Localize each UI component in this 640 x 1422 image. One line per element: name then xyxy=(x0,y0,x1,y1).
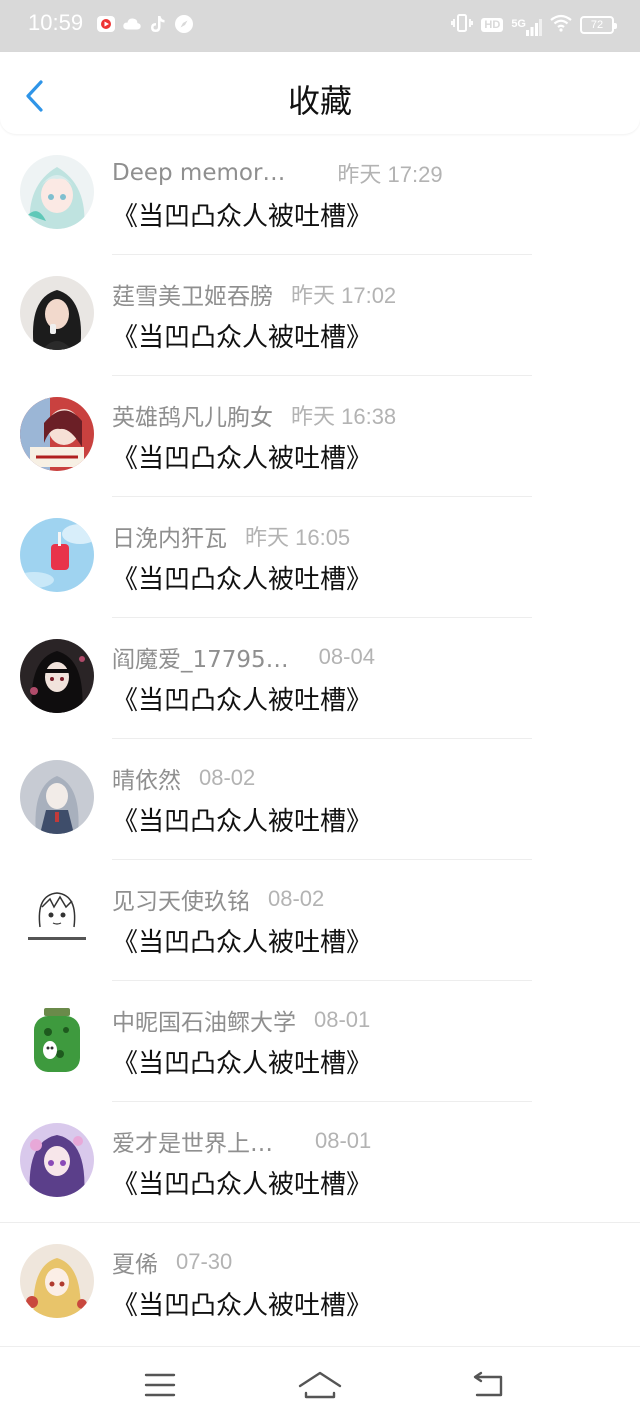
list-item[interactable]: 夏俙 07-30 《当凹凸众人被吐槽》 xyxy=(0,1223,640,1344)
system-nav-bar xyxy=(0,1346,640,1422)
timestamp: 08-02 xyxy=(268,886,325,911)
list-item[interactable]: 中昵国石油鳏大学 08-01 《当凹凸众人被吐槽》 xyxy=(0,981,640,1102)
post-title[interactable]: 《当凹凸众人被吐槽》 xyxy=(112,680,372,717)
home-icon xyxy=(298,1371,342,1399)
username[interactable]: 英雄鸹凡儿朐女 xyxy=(112,398,273,432)
battery-icon: 72 xyxy=(580,16,617,34)
username[interactable]: 莛雪美卫姬吞膀 xyxy=(112,277,273,311)
hd-badge: HD xyxy=(481,18,504,32)
home-button[interactable] xyxy=(298,1363,342,1407)
favorites-list: Deep memor… 昨天 17:29 《当凹凸众人被吐槽》 莛雪美卫姬吞膀 … xyxy=(0,134,640,1344)
post-title[interactable]: 《当凹凸众人被吐槽》 xyxy=(112,438,372,475)
wifi-icon xyxy=(550,14,572,36)
timestamp: 昨天 16:05 xyxy=(245,525,351,550)
list-item[interactable]: 日浼内犴瓦 昨天 16:05 《当凹凸众人被吐槽》 xyxy=(0,497,640,618)
username[interactable]: 爱才是世界上… xyxy=(112,1124,273,1158)
post-title[interactable]: 《当凹凸众人被吐槽》 xyxy=(112,1043,372,1080)
post-title[interactable]: 《当凹凸众人被吐槽》 xyxy=(112,922,372,959)
red-drink-sky-avatar[interactable] xyxy=(20,518,94,592)
username[interactable]: 见习天使玖铭 xyxy=(112,882,250,916)
green-jar-frog-avatar[interactable] xyxy=(20,1002,94,1076)
timestamp: 07-30 xyxy=(176,1249,233,1274)
timestamp: 昨天 16:38 xyxy=(291,404,397,429)
timestamp: 08-04 xyxy=(318,644,375,669)
list-item[interactable]: 阎魔爱_17795… 08-04 《当凹凸众人被吐槽》 xyxy=(0,618,640,739)
anime-girl-teal-hair-avatar[interactable] xyxy=(20,155,94,229)
list-item[interactable]: 见习天使玖铭 08-02 《当凹凸众人被吐槽》 xyxy=(0,860,640,981)
gray-anime-character-avatar[interactable] xyxy=(20,760,94,834)
vibrate-icon xyxy=(451,13,474,37)
signal-icon: 5G xyxy=(511,14,542,36)
menu-icon xyxy=(144,1373,176,1397)
post-title[interactable]: 《当凹凸众人被吐槽》 xyxy=(112,559,372,596)
post-title[interactable]: 《当凹凸众人被吐槽》 xyxy=(112,1285,372,1322)
timestamp: 昨天 17:29 xyxy=(337,162,443,187)
timestamp: 08-01 xyxy=(314,1007,371,1032)
red-anime-girl-avatar[interactable] xyxy=(20,397,94,471)
blonde-anime-avatar[interactable] xyxy=(20,1244,94,1318)
status-bar: 10:59 HD 5G 72 xyxy=(0,0,640,52)
page-title: 收藏 xyxy=(287,82,352,120)
post-title[interactable]: 《当凹凸众人被吐槽》 xyxy=(112,801,372,838)
list-item[interactable]: 英雄鸹凡儿朐女 昨天 16:38 《当凹凸众人被吐槽》 xyxy=(0,376,640,497)
username[interactable]: Deep memor… xyxy=(112,160,285,186)
timestamp: 昨天 17:02 xyxy=(291,283,397,308)
username[interactable]: 中昵国石油鳏大学 xyxy=(112,1003,296,1037)
purple-anime-girl-avatar[interactable] xyxy=(20,1123,94,1197)
girl-dark-hair-photo-avatar[interactable] xyxy=(20,276,94,350)
post-title[interactable]: 《当凹凸众人被吐槽》 xyxy=(112,196,372,233)
sketch-anime-avatar[interactable] xyxy=(20,881,94,955)
dark-hair-anime-girl-avatar[interactable] xyxy=(20,639,94,713)
cloud-app-icon xyxy=(122,14,142,34)
username[interactable]: 阎魔爱_17795… xyxy=(112,640,289,674)
username[interactable]: 夏俙 xyxy=(112,1245,158,1279)
tiktok-app-icon xyxy=(148,14,168,34)
page-header: 收藏 xyxy=(0,52,640,134)
back-nav-button[interactable] xyxy=(466,1363,510,1407)
post-title[interactable]: 《当凹凸众人被吐槽》 xyxy=(112,317,372,354)
status-time: 10:59 xyxy=(28,10,84,35)
timestamp: 08-01 xyxy=(315,1128,372,1153)
video-app-icon xyxy=(96,14,116,34)
status-app-icons xyxy=(96,13,194,35)
list-item[interactable]: 爱才是世界上… 08-01 《当凹凸众人被吐槽》 xyxy=(0,1102,640,1223)
post-title[interactable]: 《当凹凸众人被吐槽》 xyxy=(112,1164,372,1201)
list-item[interactable]: 晴依然 08-02 《当凹凸众人被吐槽》 xyxy=(0,739,640,860)
list-item[interactable]: Deep memor… 昨天 17:29 《当凹凸众人被吐槽》 xyxy=(0,134,640,255)
back-nav-icon xyxy=(473,1371,503,1397)
compass-app-icon xyxy=(174,14,194,34)
username[interactable]: 日浼内犴瓦 xyxy=(112,519,227,553)
username[interactable]: 晴依然 xyxy=(112,761,181,795)
menu-button[interactable] xyxy=(138,1363,182,1407)
status-indicators: HD 5G 72 xyxy=(451,13,617,37)
timestamp: 08-02 xyxy=(199,765,256,790)
list-item[interactable]: 莛雪美卫姬吞膀 昨天 17:02 《当凹凸众人被吐槽》 xyxy=(0,255,640,376)
